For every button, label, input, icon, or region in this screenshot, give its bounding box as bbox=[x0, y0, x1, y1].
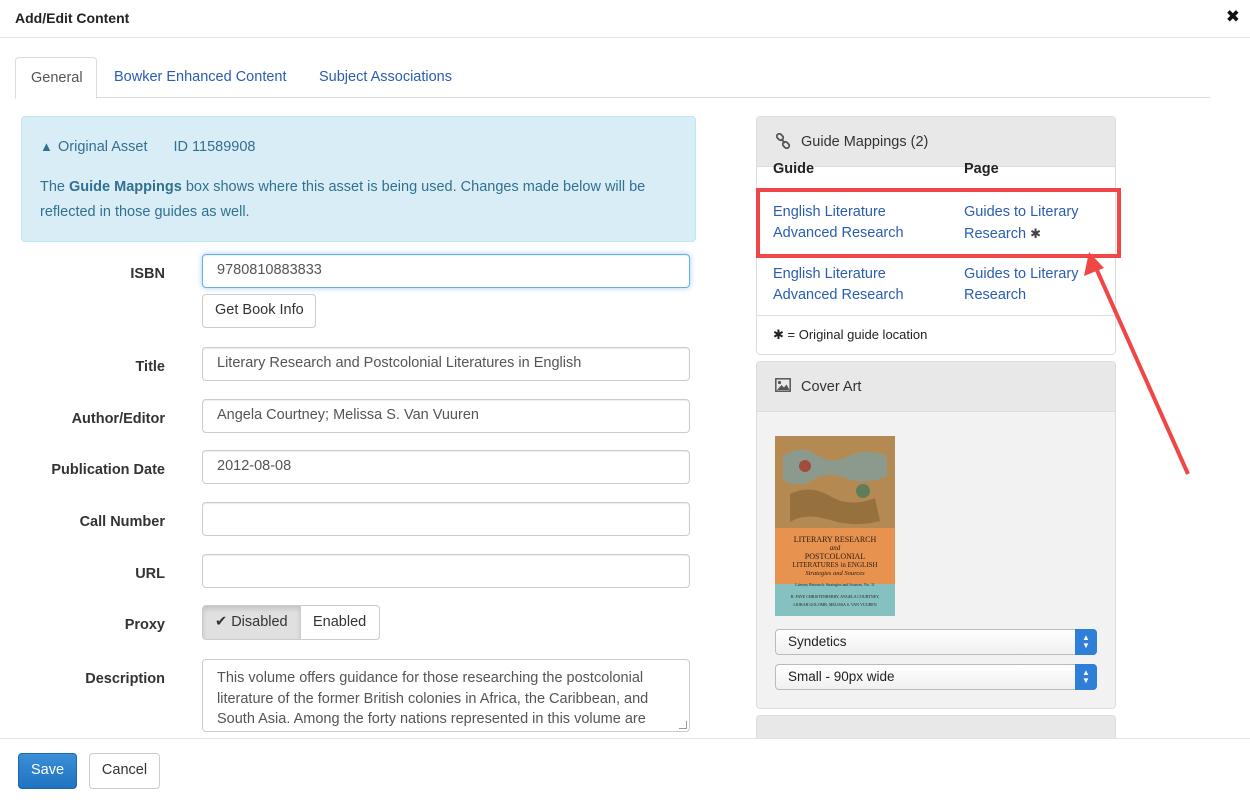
modal-footer: Save Cancel bbox=[0, 738, 1250, 808]
annotation-arrow bbox=[1084, 252, 1190, 475]
cancel-button[interactable]: Cancel bbox=[89, 753, 160, 789]
save-button[interactable]: Save bbox=[18, 753, 77, 789]
